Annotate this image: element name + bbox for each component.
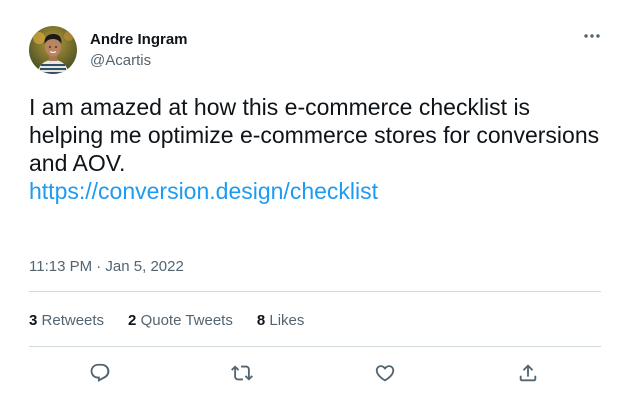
likes-count: 8 — [256, 312, 266, 329]
reply-button[interactable] — [85, 358, 115, 388]
tweet-stats: 3 Retweets 2 Quote Tweets 8 Likes — [29, 311, 328, 331]
likes-label: Likes — [269, 312, 305, 329]
tweet-text: I am amazed at how this e-commerce check… — [29, 94, 600, 176]
retweet-icon — [231, 365, 253, 381]
quote-tweets-label: Quote Tweets — [140, 312, 233, 329]
divider-top — [29, 291, 601, 292]
tweet-link[interactable]: https://conversion.design/checklist — [29, 177, 604, 205]
share-button[interactable] — [513, 358, 543, 388]
retweets-count: 3 — [29, 312, 38, 329]
tweet-timestamp[interactable]: 11:13 PM · Jan 5, 2022 — [29, 258, 184, 276]
author-handle[interactable]: @Acartis — [90, 52, 151, 70]
heart-icon — [375, 365, 395, 382]
share-icon — [519, 364, 537, 382]
more-options-button[interactable] — [578, 26, 606, 46]
quote-tweets-stat[interactable]: 2 Quote Tweets — [128, 312, 233, 330]
reply-icon — [90, 363, 110, 382]
tweet-card: Andre Ingram @Acartis I am amazed at how… — [0, 0, 630, 416]
retweets-stat[interactable]: 3 Retweets — [29, 312, 104, 330]
avatar[interactable] — [29, 26, 77, 74]
tweet-text-block: I am amazed at how this e-commerce check… — [29, 93, 604, 205]
divider-bottom — [29, 346, 601, 347]
more-horizontal-icon — [584, 34, 600, 38]
likes-stat[interactable]: 8 Likes — [257, 312, 305, 330]
author-display-name[interactable]: Andre Ingram — [90, 31, 188, 49]
retweets-label: Retweets — [41, 312, 105, 329]
retweet-button[interactable] — [227, 358, 257, 388]
profile-photo-icon — [29, 26, 77, 74]
quote-tweets-count: 2 — [128, 312, 137, 329]
tweet-actions-bar — [0, 358, 630, 388]
like-button[interactable] — [370, 358, 400, 388]
